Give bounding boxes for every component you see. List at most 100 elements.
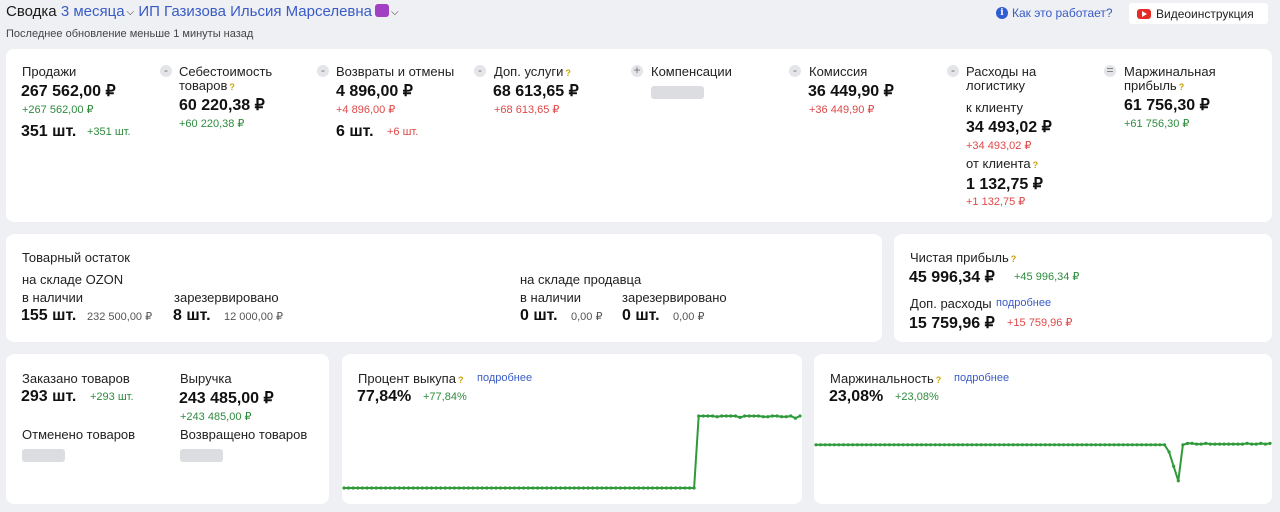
data-point[interactable] [439, 486, 443, 490]
data-point[interactable] [892, 443, 896, 447]
data-point[interactable] [965, 443, 969, 447]
data-point[interactable] [545, 486, 549, 490]
data-point[interactable] [1204, 441, 1208, 445]
data-point[interactable] [420, 486, 424, 490]
data-point[interactable] [637, 486, 641, 490]
data-point[interactable] [1153, 443, 1157, 447]
data-point[interactable] [669, 486, 673, 490]
data-point[interactable] [1172, 464, 1176, 468]
data-point[interactable] [724, 414, 728, 418]
help-icon[interactable]: ? [229, 82, 235, 92]
data-point[interactable] [752, 414, 756, 418]
how-it-works-link[interactable]: i Как это работает? [996, 6, 1113, 20]
data-point[interactable] [1259, 441, 1263, 445]
data-point[interactable] [1043, 443, 1047, 447]
data-point[interactable] [1066, 443, 1070, 447]
data-point[interactable] [462, 486, 466, 490]
data-point[interactable] [929, 443, 933, 447]
data-point[interactable] [540, 486, 544, 490]
data-point[interactable] [563, 486, 567, 490]
data-point[interactable] [664, 486, 668, 490]
data-point[interactable] [819, 443, 823, 447]
data-point[interactable] [720, 414, 724, 418]
data-point[interactable] [961, 443, 965, 447]
help-icon[interactable]: ? [1011, 254, 1017, 264]
data-point[interactable] [641, 486, 645, 490]
data-point[interactable] [915, 443, 919, 447]
data-point[interactable] [789, 414, 793, 418]
data-point[interactable] [1144, 443, 1148, 447]
data-point[interactable] [1002, 443, 1006, 447]
data-point[interactable] [851, 443, 855, 447]
data-point[interactable] [646, 486, 650, 490]
data-point[interactable] [517, 486, 521, 490]
data-point[interactable] [1098, 443, 1102, 447]
data-point[interactable] [974, 443, 979, 447]
data-point[interactable] [1245, 441, 1249, 445]
data-point[interactable] [761, 415, 765, 419]
data-point[interactable] [687, 486, 692, 490]
data-point[interactable] [591, 486, 595, 490]
data-point[interactable] [860, 443, 864, 447]
data-point[interactable] [706, 414, 710, 418]
data-point[interactable] [452, 486, 457, 490]
data-point[interactable] [1135, 443, 1139, 447]
data-point[interactable] [1158, 443, 1162, 447]
data-point[interactable] [933, 443, 937, 447]
data-point[interactable] [604, 486, 609, 490]
data-point[interactable] [984, 443, 988, 447]
data-point[interactable] [784, 415, 788, 419]
data-point[interactable] [1071, 443, 1075, 447]
data-point[interactable] [660, 486, 664, 490]
data-point[interactable] [1176, 479, 1180, 483]
data-point[interactable] [1089, 443, 1093, 447]
data-point[interactable] [526, 486, 530, 490]
data-point[interactable] [600, 486, 604, 490]
data-point[interactable] [1011, 443, 1015, 447]
data-point[interactable] [770, 414, 774, 418]
data-point[interactable] [370, 486, 374, 490]
data-point[interactable] [970, 443, 974, 447]
data-point[interactable] [1162, 443, 1167, 447]
data-point[interactable] [568, 486, 572, 490]
data-point[interactable] [729, 414, 733, 418]
data-point[interactable] [1057, 443, 1061, 447]
data-point[interactable] [874, 443, 878, 447]
data-point[interactable] [814, 443, 818, 447]
data-point[interactable] [411, 486, 415, 490]
data-point[interactable] [1167, 450, 1171, 454]
data-point[interactable] [655, 486, 659, 490]
data-point[interactable] [609, 486, 613, 490]
data-point[interactable] [1240, 442, 1245, 446]
data-point[interactable] [356, 486, 360, 490]
data-point[interactable] [942, 443, 946, 447]
data-point[interactable] [512, 486, 516, 490]
data-point[interactable] [1020, 443, 1024, 447]
data-point[interactable] [485, 486, 489, 490]
data-point[interactable] [586, 486, 590, 490]
data-point[interactable] [402, 486, 406, 490]
data-point[interactable] [347, 486, 351, 490]
period-selector[interactable]: 3 месяца ⌵ [61, 3, 134, 20]
data-point[interactable] [342, 486, 346, 490]
data-point[interactable] [692, 486, 696, 490]
data-point[interactable] [1126, 443, 1130, 447]
data-point[interactable] [351, 486, 355, 490]
data-point[interactable] [869, 443, 873, 447]
data-point[interactable] [683, 486, 687, 490]
data-point[interactable] [1185, 441, 1190, 445]
data-point[interactable] [780, 415, 784, 419]
data-point[interactable] [1094, 443, 1098, 447]
data-point[interactable] [360, 486, 364, 490]
data-point[interactable] [715, 415, 719, 419]
data-point[interactable] [1034, 443, 1038, 447]
data-point[interactable] [416, 486, 420, 490]
data-point[interactable] [896, 443, 901, 447]
data-point[interactable] [993, 443, 997, 447]
extra-expenses-details-link[interactable]: подробнее [996, 297, 1051, 309]
data-point[interactable] [1085, 443, 1089, 447]
data-point[interactable] [508, 486, 512, 490]
data-point[interactable] [1103, 443, 1107, 447]
data-point[interactable] [956, 443, 960, 447]
data-point[interactable] [883, 443, 887, 447]
